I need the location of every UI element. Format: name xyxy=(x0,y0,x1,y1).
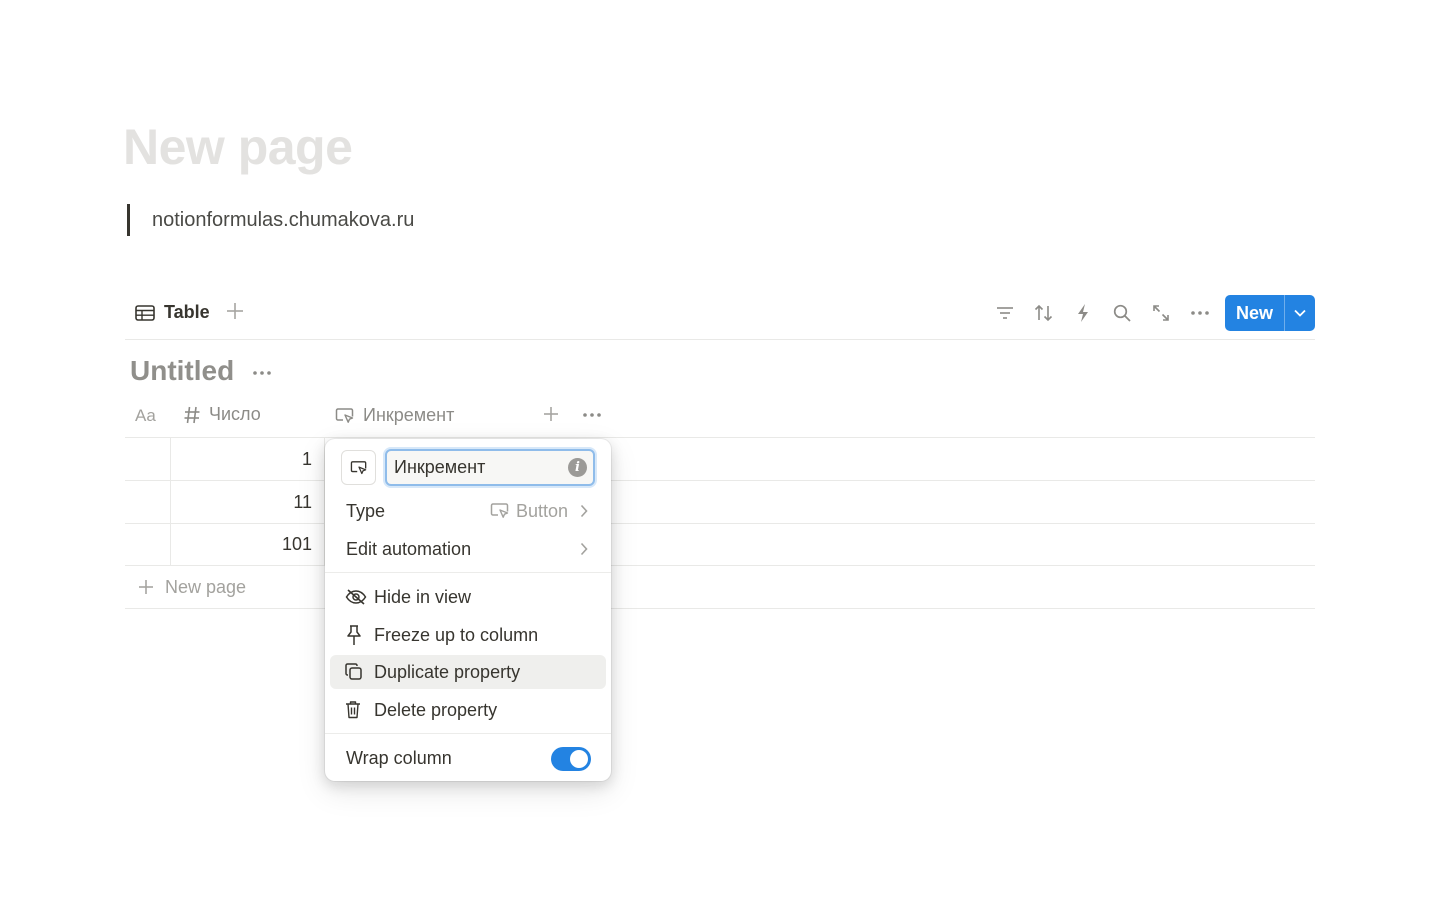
menu-divider xyxy=(325,733,611,734)
type-label: Type xyxy=(346,500,386,521)
plus-icon xyxy=(544,407,558,421)
title-cell[interactable] xyxy=(125,523,171,565)
button-property-icon xyxy=(350,460,366,474)
quote-block[interactable]: notionformulas.chumakova.ru xyxy=(127,204,414,236)
table-header-row: Aa Число Инкремент xyxy=(125,396,1315,438)
type-menu-item[interactable]: Type Button xyxy=(330,494,606,528)
column-header-button[interactable]: Инкремент xyxy=(335,405,454,426)
add-view-button[interactable] xyxy=(225,301,245,326)
table-icon xyxy=(135,304,155,321)
table-row[interactable]: 11 xyxy=(125,481,1315,524)
column-header-title[interactable]: Aa xyxy=(135,406,156,426)
toggle-knob xyxy=(570,750,588,768)
sort-icon xyxy=(1035,304,1053,322)
freeze-label: Freeze up to column xyxy=(374,624,539,645)
new-row-button[interactable]: New page xyxy=(125,566,1315,609)
column-header-number-label: Число xyxy=(209,404,261,424)
duplicate-icon xyxy=(345,663,362,680)
number-cell[interactable]: 11 xyxy=(171,481,325,523)
title-cell[interactable] xyxy=(125,481,171,523)
view-bar: Table New xyxy=(125,292,1315,340)
new-row-label: New page xyxy=(165,576,247,597)
column-header-button-label: Инкремент xyxy=(363,405,455,425)
delete-menu-item[interactable]: Delete property xyxy=(330,693,606,727)
plus-icon xyxy=(227,303,243,319)
hash-icon xyxy=(184,406,200,423)
title-icon: Aa xyxy=(135,406,156,425)
more-icon xyxy=(583,413,601,417)
property-menu: i Type Button Edit automation Hide in vi… xyxy=(325,439,611,781)
automation-button[interactable] xyxy=(1064,295,1103,331)
property-icon-button[interactable] xyxy=(341,450,376,485)
database-title[interactable]: Untitled xyxy=(130,355,234,387)
property-name-input[interactable] xyxy=(385,449,595,486)
plus-icon xyxy=(139,580,153,594)
duplicate-label: Duplicate property xyxy=(374,661,521,682)
new-button[interactable]: New xyxy=(1225,295,1285,331)
number-cell[interactable]: 1 xyxy=(171,438,325,480)
table-row[interactable]: 1 xyxy=(125,438,1315,481)
wrap-column-toggle[interactable] xyxy=(551,747,591,771)
menu-divider xyxy=(325,572,611,573)
edit-automation-menu-item[interactable]: Edit automation xyxy=(330,532,606,566)
page-title[interactable]: New page xyxy=(123,118,353,176)
trash-icon xyxy=(346,701,360,719)
button-property-icon xyxy=(490,503,509,518)
database-more-button[interactable] xyxy=(252,358,272,393)
hide-in-view-menu-item[interactable]: Hide in view xyxy=(330,580,606,614)
edit-automation-label: Edit automation xyxy=(346,538,472,559)
lightning-icon xyxy=(1078,304,1089,322)
toolbar: New xyxy=(986,295,1315,331)
type-value: Button xyxy=(490,501,568,522)
tab-table[interactable]: Table xyxy=(135,302,210,323)
add-column-button[interactable] xyxy=(542,405,560,428)
filter-button[interactable] xyxy=(986,295,1025,331)
freeze-menu-item[interactable]: Freeze up to column xyxy=(330,618,606,652)
more-button[interactable] xyxy=(1181,295,1220,331)
table-row[interactable]: 101 xyxy=(125,523,1315,566)
columns-more-button[interactable] xyxy=(583,406,601,429)
more-icon xyxy=(1191,311,1210,315)
new-button-group: New xyxy=(1224,295,1315,331)
hide-in-view-label: Hide in view xyxy=(374,586,472,607)
button-property-icon xyxy=(335,407,354,423)
expand-icon xyxy=(1153,305,1170,321)
wrap-column-label: Wrap column xyxy=(346,747,452,768)
sort-button[interactable] xyxy=(1025,295,1064,331)
delete-label: Delete property xyxy=(374,699,498,720)
chevron-right-icon xyxy=(580,542,588,556)
new-dropdown-button[interactable] xyxy=(1285,295,1315,331)
info-icon[interactable]: i xyxy=(568,458,587,477)
tab-table-label: Table xyxy=(164,302,210,322)
search-button[interactable] xyxy=(1103,295,1142,331)
chevron-down-icon xyxy=(1294,309,1306,317)
eye-slash-icon xyxy=(345,589,367,605)
chevron-right-icon xyxy=(580,504,588,518)
pin-icon xyxy=(347,625,361,645)
search-icon xyxy=(1114,304,1132,322)
filter-icon xyxy=(997,307,1014,319)
title-cell[interactable] xyxy=(125,438,171,480)
number-cell[interactable]: 101 xyxy=(171,523,325,565)
column-header-number[interactable]: Число xyxy=(183,404,261,425)
expand-button[interactable] xyxy=(1142,295,1181,331)
duplicate-menu-item[interactable]: Duplicate property xyxy=(330,655,606,689)
more-icon xyxy=(253,371,271,375)
type-value-label: Button xyxy=(515,500,568,521)
